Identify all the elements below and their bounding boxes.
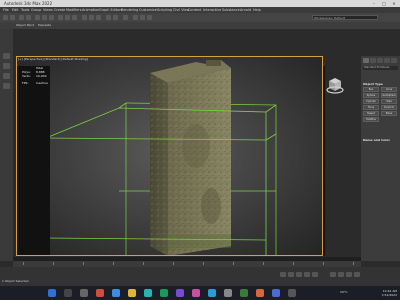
move-icon[interactable] [58,14,63,20]
angle-snap-icon[interactable] [89,14,94,20]
filter-icon[interactable] [3,73,10,79]
viewport-safe-frame-left [16,66,50,256]
hierarchy-icon[interactable] [3,83,10,89]
viewport-safe-frame-right [322,66,325,256]
go-to-start-icon[interactable] [280,272,286,277]
stats-fps-label: FPS: [22,81,29,85]
app-icon-6[interactable] [192,289,200,297]
orbit-icon[interactable] [346,272,352,277]
modify-tab-icon[interactable] [370,58,376,63]
motion-tab-icon[interactable] [384,58,390,63]
status-bar: 1 Object Selected [0,267,400,286]
object-type-geosphere-button[interactable]: GeoSphere [381,93,397,98]
mirror-icon[interactable] [106,14,111,20]
viewcube-icon[interactable] [326,76,344,98]
select-icon[interactable] [35,14,40,20]
clock-date: 7/12/2022 [381,293,397,297]
rotate-icon[interactable] [65,14,70,20]
hierarchy-tab-icon[interactable] [377,58,383,63]
display-tab-icon[interactable] [391,58,397,63]
left-sidebar [0,29,13,261]
scene-explorer-icon[interactable] [3,53,10,59]
link-icon[interactable] [19,14,24,20]
scale-icon[interactable] [72,14,77,20]
system-clock[interactable]: 10:42 AM 7/12/2022 [382,289,397,297]
create-tab-icon[interactable] [363,58,369,63]
app-icon-1[interactable] [96,289,104,297]
render-setup-icon[interactable] [140,14,145,20]
rect-select-icon[interactable] [49,14,54,20]
app-icon-8[interactable] [224,289,232,297]
object-type-box-button[interactable]: Box [363,87,379,92]
object-type-sphere-button[interactable]: Sphere [363,93,379,98]
minimize-icon[interactable]: – [370,0,378,7]
tab-object-paint[interactable]: Object Paint [16,23,34,28]
object-type-textplus-button[interactable]: TextPlus [363,117,379,122]
stats-verts-value: 10,000 [36,74,47,78]
taskbar: 29°C 10:42 AM 7/12/2022 [0,286,400,300]
command-panel: Standard Primitives Object Type Box Cone… [361,56,400,261]
pan-icon[interactable] [338,272,344,277]
redo-icon[interactable] [10,14,15,20]
viewport-label[interactable]: [+] [Perspective] [Standard] [Default Sh… [18,57,88,61]
render-icon[interactable] [147,14,152,20]
windows-start-icon[interactable] [48,289,56,297]
object-type-tube-button[interactable]: Tube [381,99,397,104]
workspace-select[interactable]: Workspaces: Default [312,14,378,20]
name-and-color-title[interactable]: Name and Color [363,138,390,142]
go-to-end-icon[interactable] [312,272,318,277]
next-frame-icon[interactable] [304,272,310,277]
tab-populate[interactable]: Populate [38,23,51,28]
align-icon[interactable] [113,14,118,20]
app-icon-9[interactable] [256,289,264,297]
status-message: 1 Object Selected [2,279,29,283]
play-icon[interactable] [296,272,302,277]
app-icon-10[interactable] [272,289,280,297]
layer-explorer-icon[interactable] [3,63,10,69]
object-type-cone-button[interactable]: Cone [381,87,397,92]
material-editor-icon[interactable] [133,14,138,20]
app-icon-7[interactable] [208,289,216,297]
main-toolbar: Workspaces: Default [0,13,400,22]
object-type-plane-button[interactable]: Plane [381,111,397,116]
file-explorer-icon[interactable] [128,289,136,297]
object-type-teapot-button[interactable]: Teapot [363,111,379,116]
object-type-cylinder-button[interactable]: Cylinder [363,99,379,104]
viewport-statistics: Total Polys: 8,888 Verts: 10,000 FPS: Inact… [22,66,48,85]
close-icon[interactable]: ✕ [390,0,398,7]
zoom-icon[interactable] [330,272,336,277]
snap-icon[interactable] [82,14,87,20]
layer-icon[interactable] [123,14,128,20]
select-by-name-icon[interactable] [42,14,47,20]
previous-frame-icon[interactable] [288,272,294,277]
title-bar: Autodesk 3ds Max 2022 – □ ✕ [0,0,400,7]
object-type-title[interactable]: Object Type [363,82,383,86]
app-icon-3[interactable] [144,289,152,297]
unlink-icon[interactable] [26,14,31,20]
3dsmax-taskbar-icon[interactable] [240,289,248,297]
object-type-torus-button[interactable]: Torus [363,105,379,110]
category-dropdown[interactable]: Standard Primitives [363,66,398,70]
undo-icon[interactable] [3,14,8,20]
object-type-pyramid-button[interactable]: Pyramid [381,105,397,110]
stats-fps-value: Inactive [36,81,48,85]
perspective-viewport[interactable] [16,56,323,256]
app-icon-5[interactable] [176,289,184,297]
stats-verts-label: Verts: [22,74,31,78]
app-icon-4[interactable] [160,289,168,297]
maximize-viewport-icon[interactable] [354,272,360,277]
weather-temperature[interactable]: 29°C [340,290,347,294]
search-icon[interactable] [64,289,72,297]
maximize-icon[interactable]: □ [380,0,388,7]
window-title: Autodesk 3ds Max 2022 [4,1,53,6]
task-view-icon[interactable] [80,289,88,297]
app-icon-2[interactable] [112,289,120,297]
percent-snap-icon[interactable] [96,14,101,20]
ribbon-tabs: Object Paint Populate [0,22,400,29]
app-icon-11[interactable] [288,289,296,297]
